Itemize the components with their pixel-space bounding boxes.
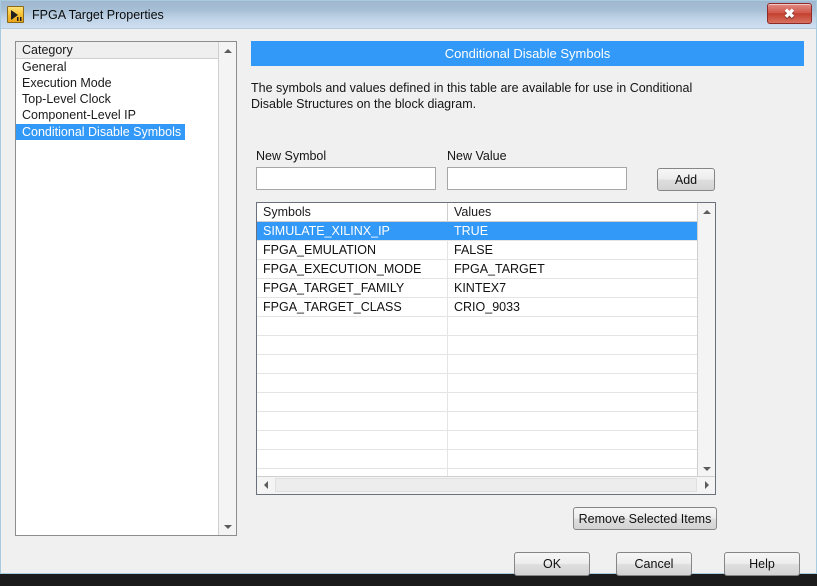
- cell-value: FALSE: [447, 241, 698, 259]
- cell-value: FPGA_TARGET: [447, 260, 698, 278]
- cell-symbol: SIMULATE_XILINX_IP: [263, 224, 390, 238]
- table-vertical-scrollbar[interactable]: [697, 203, 715, 477]
- sidebar-item-execution-mode[interactable]: Execution Mode: [16, 75, 218, 91]
- close-button[interactable]: ✖: [767, 3, 812, 24]
- new-value-input[interactable]: [447, 167, 627, 190]
- page-description: The symbols and values defined in this t…: [251, 81, 693, 111]
- add-button[interactable]: Add: [657, 168, 715, 191]
- table-hscroll-thumb[interactable]: [275, 478, 697, 492]
- new-value-group: New Value: [447, 149, 627, 190]
- cell-value: [447, 431, 698, 449]
- cell-symbol: FPGA_EXECUTION_MODE: [263, 262, 422, 276]
- new-symbol-label: New Symbol: [256, 149, 327, 163]
- ok-button[interactable]: OK: [514, 552, 590, 576]
- cell-symbol: [257, 355, 447, 373]
- cell-value: KINTEX7: [447, 279, 698, 297]
- cell-value: CRIO_9033: [447, 298, 698, 316]
- table-row-empty[interactable]: [257, 393, 698, 412]
- cell-symbol: [257, 374, 447, 392]
- settings-pane: Conditional Disable Symbols The symbols …: [251, 41, 804, 530]
- table-row-empty[interactable]: [257, 450, 698, 469]
- cell-symbol: [257, 336, 447, 354]
- table-row[interactable]: FPGA_EMULATION FALSE: [257, 241, 698, 260]
- table-row-empty[interactable]: [257, 317, 698, 336]
- category-scrollbar[interactable]: [218, 42, 236, 535]
- title-bar: FPGA Target Properties ✖: [1, 1, 816, 29]
- cell-value: [447, 412, 698, 430]
- category-list[interactable]: Category General Execution Mode Top-Leve…: [16, 42, 218, 535]
- table-rows-container: SIMULATE_XILINX_IP TRUE FPGA_EMULATION FALS…: [257, 222, 698, 477]
- close-icon: ✖: [784, 6, 795, 21]
- table-row-empty[interactable]: [257, 355, 698, 374]
- window-title: FPGA Target Properties: [32, 7, 164, 22]
- cell-symbol: FPGA_EMULATION: [263, 243, 376, 257]
- cell-symbol: [257, 393, 447, 411]
- scroll-up-icon[interactable]: [219, 42, 236, 59]
- cell-value: [447, 450, 698, 468]
- sidebar-item-conditional-disable-symbols-wrap: Conditional Disable Symbols: [16, 123, 218, 140]
- scroll-down-icon[interactable]: [219, 518, 236, 535]
- table-row-empty[interactable]: [257, 336, 698, 355]
- cell-symbol: [257, 431, 447, 449]
- table-header-row: Symbols Values: [257, 203, 698, 222]
- cell-symbol: FPGA_TARGET_FAMILY: [263, 281, 405, 295]
- cell-value: [447, 393, 698, 411]
- table-row[interactable]: FPGA_EXECUTION_MODE FPGA_TARGET: [257, 260, 698, 279]
- sidebar-item-conditional-disable-symbols[interactable]: Conditional Disable Symbols: [16, 124, 186, 140]
- dialog-buttons: OK Cancel Help: [1, 552, 817, 586]
- table-scroll-down-icon[interactable]: [698, 460, 715, 477]
- cell-value: [447, 374, 698, 392]
- table-horizontal-scrollbar[interactable]: [257, 476, 715, 494]
- remove-selected-items-button[interactable]: Remove Selected Items: [573, 507, 717, 530]
- new-value-label: New Value: [447, 149, 507, 163]
- table-row-empty[interactable]: [257, 374, 698, 393]
- new-symbol-input[interactable]: [256, 167, 436, 190]
- cancel-button[interactable]: Cancel: [616, 552, 692, 576]
- table-row[interactable]: FPGA_TARGET_FAMILY KINTEX7: [257, 279, 698, 298]
- cell-value: [447, 336, 698, 354]
- cell-value: [447, 317, 698, 335]
- category-panel: Category General Execution Mode Top-Leve…: [15, 41, 237, 536]
- table-row[interactable]: SIMULATE_XILINX_IP TRUE: [257, 222, 698, 241]
- client-area: Category General Execution Mode Top-Leve…: [1, 29, 816, 576]
- table-scroll-left-icon[interactable]: [257, 477, 274, 493]
- column-header-symbols: Symbols: [263, 205, 311, 219]
- sidebar-item-top-level-clock[interactable]: Top-Level Clock: [16, 91, 218, 107]
- table-row-empty[interactable]: [257, 412, 698, 431]
- icon-dots-glyph: [17, 17, 22, 21]
- cell-symbol: [257, 450, 447, 468]
- cell-symbol: FPGA_TARGET_CLASS: [263, 300, 402, 314]
- help-button[interactable]: Help: [724, 552, 800, 576]
- fpga-target-properties-window: FPGA Target Properties ✖ Category Genera…: [0, 0, 817, 576]
- symbols-table-body: Symbols Values SIMULATE_XILINX_IP TRUE FPG…: [257, 203, 698, 477]
- new-symbol-group: New Symbol: [256, 149, 436, 190]
- table-row-empty[interactable]: [257, 431, 698, 450]
- column-header-values: Values: [447, 203, 698, 221]
- table-scroll-up-icon[interactable]: [698, 203, 715, 220]
- symbols-table: Symbols Values SIMULATE_XILINX_IP TRUE FPG…: [256, 202, 716, 495]
- cell-symbol: [257, 412, 447, 430]
- cell-value: [447, 355, 698, 373]
- cell-value: TRUE: [447, 222, 698, 240]
- category-list-header: Category: [16, 42, 218, 59]
- sidebar-item-component-level-ip[interactable]: Component-Level IP: [16, 107, 218, 123]
- sidebar-item-general[interactable]: General: [16, 59, 218, 75]
- labview-vi-icon: [7, 6, 24, 23]
- table-row[interactable]: FPGA_TARGET_CLASS CRIO_9033: [257, 298, 698, 317]
- table-scroll-right-icon[interactable]: [698, 477, 715, 493]
- page-title: Conditional Disable Symbols: [251, 41, 804, 66]
- cell-symbol: [257, 317, 447, 335]
